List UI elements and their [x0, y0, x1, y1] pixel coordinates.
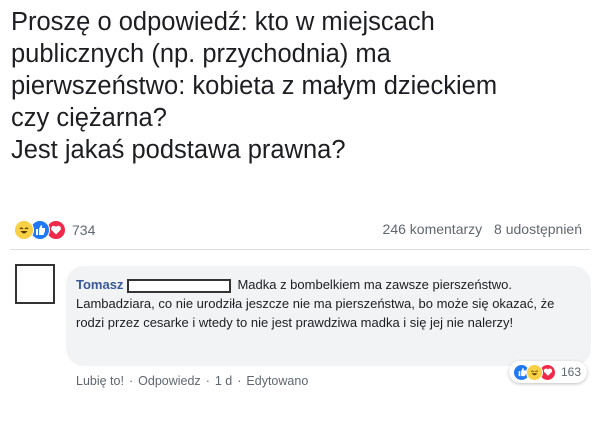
reaction-count: 734: [72, 222, 96, 238]
comment-reaction-count: 163: [561, 365, 582, 379]
comments-shares: 246 komentarzy 8 udostępnień: [383, 221, 582, 237]
comments-count-link[interactable]: 246 komentarzy: [383, 221, 483, 237]
post-stats: 734 246 komentarzy 8 udostępnień: [14, 219, 590, 241]
like-comment-link[interactable]: Lubię to!: [76, 374, 124, 388]
reply-link[interactable]: Odpowiedz: [138, 374, 201, 388]
separator: ·: [237, 374, 242, 388]
divider: [10, 249, 590, 250]
comment-author[interactable]: Tomasz: [76, 277, 123, 292]
avatar[interactable]: [15, 264, 55, 304]
separator: ·: [205, 374, 210, 388]
separator: ·: [128, 374, 134, 388]
post-text: Proszę o odpowiedź: kto w miejscach publ…: [11, 8, 498, 164]
shares-count-link[interactable]: 8 udostępnień: [494, 221, 582, 237]
redaction-box: [127, 278, 232, 293]
haha-reaction-icon: [14, 220, 34, 240]
comment-actions: Lubię to! · Odpowiedz · 1 d · Edytowano: [76, 374, 308, 388]
reaction-summary[interactable]: 734: [14, 219, 95, 241]
comment-time[interactable]: 1 d: [215, 374, 232, 388]
comment-body: Tomasz Madka z bombelkiem ma zawsze piers…: [76, 275, 586, 332]
comment-reaction-summary[interactable]: 163: [509, 361, 588, 383]
edited-label[interactable]: Edytowano: [246, 374, 308, 388]
haha-reaction-icon: [526, 363, 543, 381]
